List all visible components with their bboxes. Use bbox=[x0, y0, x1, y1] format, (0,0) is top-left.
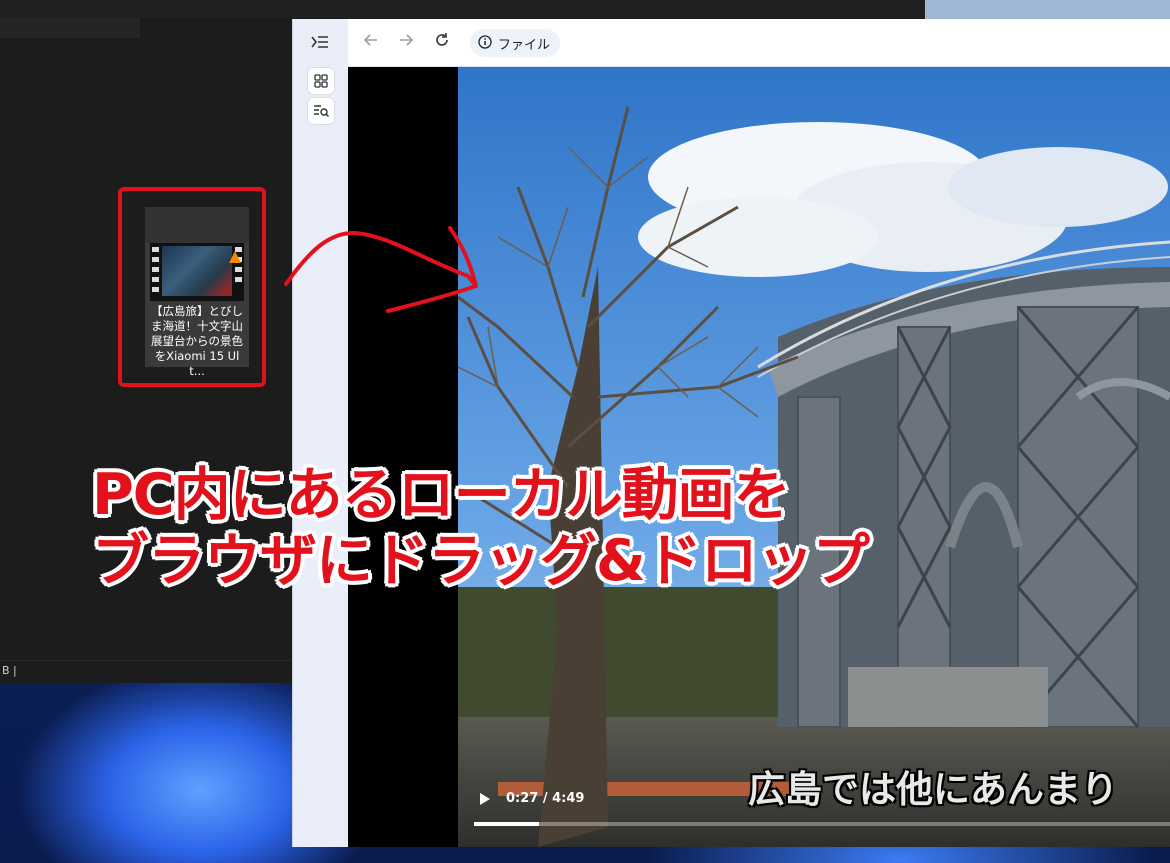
annotation-line-1: PC内にあるローカル動画を bbox=[92, 462, 791, 528]
annotation-text: PC内にあるローカル動画を ブラウザにドラッグ&ドロップ bbox=[92, 462, 870, 594]
annotation-line-2: ブラウザにドラッグ&ドロップ bbox=[92, 528, 870, 594]
drag-arrow-annotation bbox=[284, 226, 478, 313]
